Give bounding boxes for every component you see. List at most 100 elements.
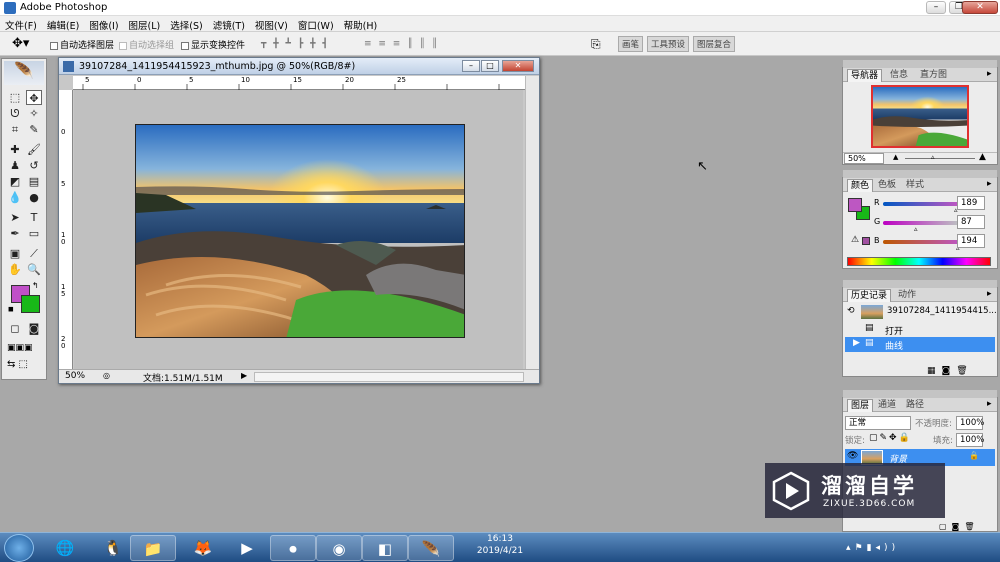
panel-menu-icon[interactable]: ▸: [987, 179, 992, 189]
crop-tool-icon[interactable]: ⌗: [7, 122, 23, 137]
zoom-in-icon[interactable]: ▲: [979, 152, 986, 162]
slice-tool-icon[interactable]: ✎: [26, 122, 42, 137]
dodge-tool-icon[interactable]: ●: [26, 190, 42, 205]
healing-brush-tool-icon[interactable]: ✚: [7, 142, 23, 157]
panel-grip[interactable]: [843, 170, 997, 178]
minimize-button[interactable]: –: [926, 1, 946, 14]
clone-stamp-tool-icon[interactable]: ♟: [7, 158, 23, 173]
layer-visibility-eye-icon[interactable]: 👁: [847, 451, 858, 461]
seascape-photo[interactable]: [135, 124, 465, 338]
eraser-tool-icon[interactable]: ◩: [7, 174, 23, 189]
history-snapshot-row[interactable]: ⟲ 39107284_1411954415...: [845, 304, 997, 321]
b-value-field[interactable]: 194: [957, 234, 985, 248]
menu-edit[interactable]: 编辑(E): [42, 16, 84, 32]
move-tool-preset-icon[interactable]: ✥▾: [12, 36, 29, 51]
history-state-row[interactable]: ▤ 打开: [845, 322, 995, 337]
taskbar-app-icon[interactable]: ◉: [316, 535, 362, 561]
marquee-tool-icon[interactable]: ⬚: [7, 90, 23, 105]
default-colors-icon[interactable]: ◼: [8, 305, 14, 313]
move-tool-icon[interactable]: ✥: [26, 90, 42, 105]
taskbar-notepad-icon[interactable]: ◧: [362, 535, 408, 561]
tab-navigator[interactable]: 导航器: [847, 69, 883, 82]
panel-menu-icon[interactable]: ▸: [987, 69, 992, 79]
well-tab-brushes[interactable]: 画笔: [618, 36, 644, 52]
menu-filter[interactable]: 滤镜(T): [208, 16, 250, 32]
r-value-field[interactable]: 189: [957, 196, 985, 210]
color-fg-swatch[interactable]: [848, 198, 862, 212]
zoom-level[interactable]: 50%: [65, 371, 85, 381]
notes-tool-icon[interactable]: ▣: [7, 246, 23, 261]
background-color-swatch[interactable]: [21, 295, 40, 313]
lock-icons[interactable]: ▢✎✥🔒: [869, 433, 912, 443]
blur-tool-icon[interactable]: 💧: [7, 190, 23, 205]
path-selection-tool-icon[interactable]: ➤: [7, 210, 23, 225]
well-tab-layer-comps[interactable]: 图层复合: [693, 36, 736, 52]
tab-styles[interactable]: 样式: [903, 179, 927, 192]
menu-file[interactable]: 文件(F): [0, 16, 42, 32]
feather-logo-icon[interactable]: 🪶: [4, 61, 44, 85]
menu-layer[interactable]: 图层(L): [124, 16, 166, 32]
tab-layers[interactable]: 图层: [847, 399, 874, 412]
fill-field[interactable]: 100%: [956, 433, 984, 447]
menu-help[interactable]: 帮助(H): [339, 16, 383, 32]
status-options-icon[interactable]: ◎: [103, 371, 110, 380]
zoom-slider[interactable]: [905, 158, 975, 159]
blend-mode-select[interactable]: 正常: [845, 416, 911, 430]
doc-maximize-button[interactable]: □: [481, 60, 499, 72]
auto-select-layer-option[interactable]: 自动选择图层: [50, 38, 114, 51]
hand-tool-icon[interactable]: ✋: [7, 262, 23, 277]
shape-tool-icon[interactable]: ▭: [26, 226, 42, 241]
eyedropper-tool-icon[interactable]: ⟋: [26, 246, 42, 261]
history-brush-tool-icon[interactable]: ↺: [26, 158, 42, 173]
layers-footer-icons[interactable]: ▢◙🗑: [939, 522, 979, 531]
tab-color[interactable]: 颜色: [847, 179, 874, 192]
tab-history[interactable]: 历史记录: [847, 289, 892, 302]
start-button-icon[interactable]: [4, 534, 34, 562]
vertical-scrollbar[interactable]: [525, 76, 539, 369]
show-transform-option[interactable]: 显示变换控件: [181, 38, 245, 51]
taskbar-recorder-icon[interactable]: ⏺: [270, 535, 316, 561]
doc-close-button[interactable]: ✕: [502, 60, 534, 72]
panel-menu-icon[interactable]: ▸: [987, 399, 992, 409]
panel-grip[interactable]: [843, 60, 997, 68]
gradient-tool-icon[interactable]: ▤: [26, 174, 42, 189]
jump-to-imageready-icon[interactable]: ⇆ ⬚: [7, 359, 28, 370]
brush-tool-icon[interactable]: 🖌: [26, 142, 42, 157]
close-button[interactable]: ✕: [962, 1, 998, 14]
tab-swatches[interactable]: 色板: [875, 179, 899, 192]
navigator-thumbnail[interactable]: [871, 85, 969, 148]
menu-view[interactable]: 视图(V): [250, 16, 293, 32]
doc-minimize-button[interactable]: –: [462, 60, 480, 72]
lasso-tool-icon[interactable]: ᘎ: [7, 106, 23, 121]
tab-paths[interactable]: 路径: [903, 399, 927, 412]
menu-image[interactable]: 图像(I): [84, 16, 123, 32]
taskbar-photoshop-icon[interactable]: 🪶: [408, 535, 454, 561]
taskbar-media-icon[interactable]: ▶: [224, 535, 270, 561]
panel-menu-icon[interactable]: ▸: [987, 289, 992, 299]
auto-select-layer-checkbox[interactable]: [50, 41, 58, 50]
zoom-tool-icon[interactable]: 🔍: [26, 262, 42, 277]
zoom-slider-thumb[interactable]: ▵: [931, 153, 935, 161]
file-browser-icon[interactable]: ⎘: [591, 37, 601, 52]
taskbar-360-browser-icon[interactable]: 🌐: [42, 535, 88, 561]
well-tab-tool-presets[interactable]: 工具预设: [647, 36, 690, 52]
auto-select-group-option[interactable]: 自动选择组: [119, 38, 174, 51]
taskbar-firefox-icon[interactable]: 🦊: [180, 535, 226, 561]
show-transform-checkbox[interactable]: [181, 41, 189, 50]
panel-grip[interactable]: [843, 280, 997, 288]
distribute-buttons[interactable]: ≡ ≡ ≡ ║ ║ ║: [364, 39, 439, 49]
history-footer-icons[interactable]: ▦◙🗑: [927, 366, 974, 376]
history-state-row-selected[interactable]: ▶ ▤ 曲线: [845, 337, 995, 352]
navigator-zoom-field[interactable]: 50%: [844, 153, 884, 164]
panel-grip[interactable]: [843, 390, 997, 398]
taskbar-explorer-icon[interactable]: 📁: [130, 535, 176, 561]
tab-histogram[interactable]: 直方图: [917, 69, 950, 82]
horizontal-scrollbar[interactable]: [254, 372, 524, 382]
document-title-bar[interactable]: 39107284_1411954415923_mthumb.jpg @ 50%(…: [59, 58, 539, 75]
tab-actions[interactable]: 动作: [895, 289, 919, 302]
status-menu-arrow-icon[interactable]: ▶: [241, 371, 247, 380]
tab-channels[interactable]: 通道: [875, 399, 899, 412]
auto-select-group-checkbox[interactable]: [119, 41, 127, 50]
screen-mode-icons[interactable]: ▣▣▣: [7, 343, 33, 353]
magic-wand-tool-icon[interactable]: ✧: [26, 106, 42, 121]
